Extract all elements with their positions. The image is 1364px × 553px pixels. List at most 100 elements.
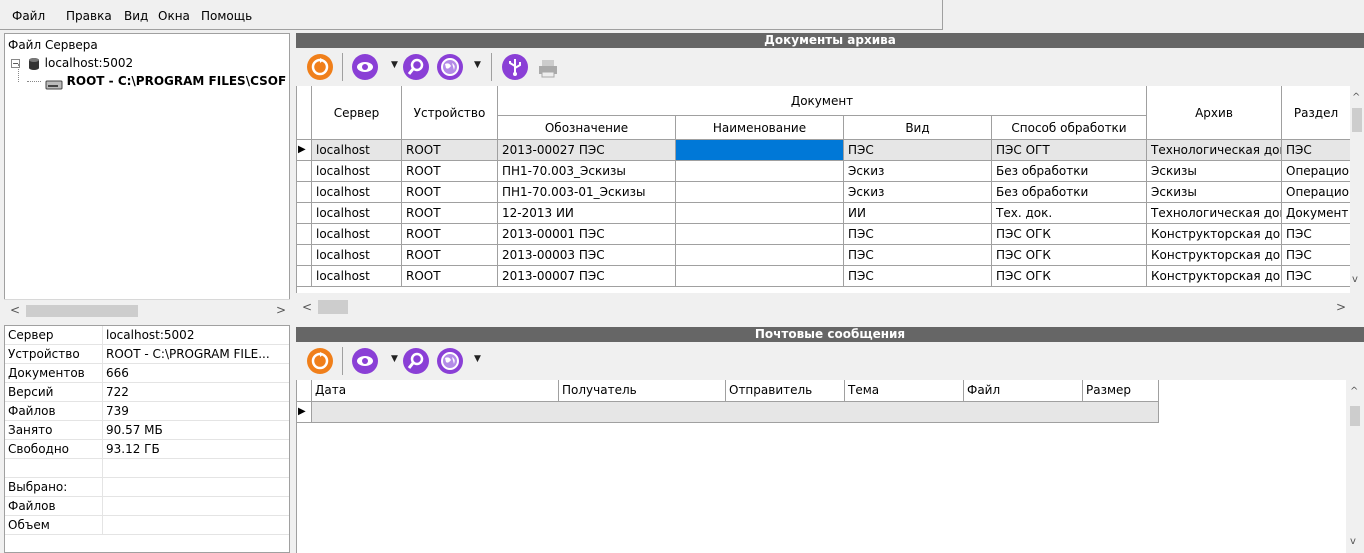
col-header-sender[interactable]: Отправитель	[726, 380, 845, 402]
table-cell[interactable]: ИИ	[844, 203, 992, 224]
col-header-kind[interactable]: Вид	[844, 116, 992, 140]
table-cell[interactable]	[676, 182, 844, 203]
mail-empty-row[interactable]	[312, 402, 1159, 423]
table-cell[interactable]	[676, 161, 844, 182]
table-cell[interactable]: ROOT	[402, 182, 498, 203]
table-cell[interactable]: ПН1-70.003_Эскизы	[498, 161, 676, 182]
table-cell[interactable]: Без обработки	[992, 182, 1147, 203]
search-icon[interactable]	[403, 54, 429, 80]
menu-edit[interactable]: Правка	[66, 9, 112, 23]
table-cell[interactable]: localhost	[312, 203, 402, 224]
table-cell[interactable]	[676, 203, 844, 224]
table-cell[interactable]: ПЭС	[1282, 140, 1351, 161]
col-header-method[interactable]: Способ обработки	[992, 116, 1147, 140]
table-cell[interactable]: localhost	[312, 266, 402, 287]
col-header-size[interactable]: Размер	[1083, 380, 1159, 402]
refresh-icon[interactable]	[307, 348, 333, 374]
scroll-up-icon[interactable]: ^	[1350, 386, 1358, 397]
search-icon[interactable]	[403, 348, 429, 374]
row-indicator[interactable]	[297, 266, 312, 287]
table-cell[interactable]: localhost	[312, 182, 402, 203]
tree-node-device[interactable]: ROOT - C:\PROGRAM FILES\CSOF	[27, 72, 289, 90]
table-cell[interactable]: Эскизы	[1147, 161, 1282, 182]
archive-horizontal-scrollbar[interactable]: < >	[296, 296, 1364, 320]
table-cell[interactable]: ROOT	[402, 140, 498, 161]
col-header-device[interactable]: Устройство	[402, 86, 498, 140]
table-cell[interactable]	[676, 266, 844, 287]
table-cell[interactable]: Эскиз	[844, 182, 992, 203]
scroll-down-icon[interactable]: v	[1352, 274, 1358, 285]
globe-icon[interactable]	[437, 348, 463, 374]
table-cell[interactable]: localhost	[312, 224, 402, 245]
scroll-down-icon[interactable]: v	[1350, 536, 1356, 547]
table-cell[interactable]: ПЭС ОГК	[992, 224, 1147, 245]
tree-horizontal-scrollbar[interactable]: < >	[4, 299, 290, 321]
table-cell[interactable]: ПЭС	[844, 245, 992, 266]
table-cell[interactable]: 12-2013 ИИ	[498, 203, 676, 224]
scroll-right-icon[interactable]: >	[276, 303, 286, 317]
globe-icon[interactable]	[437, 54, 463, 80]
menu-view[interactable]: Вид	[124, 9, 148, 23]
table-cell[interactable]: ПЭС	[1282, 245, 1351, 266]
table-cell[interactable]: ПЭС ОГК	[992, 266, 1147, 287]
table-cell[interactable]: ПЭС	[1282, 266, 1351, 287]
table-cell[interactable]: Тех. док.	[992, 203, 1147, 224]
col-header-file[interactable]: Файл	[964, 380, 1083, 402]
table-cell[interactable]: ROOT	[402, 224, 498, 245]
scroll-left-icon[interactable]: <	[10, 303, 20, 317]
menu-help[interactable]: Помощь	[201, 9, 252, 23]
table-cell[interactable]: ПН1-70.003-01_Эскизы	[498, 182, 676, 203]
row-indicator[interactable]	[297, 161, 312, 182]
refresh-icon[interactable]	[307, 54, 333, 80]
table-cell[interactable]: ROOT	[402, 203, 498, 224]
table-cell[interactable]: Эскиз	[844, 161, 992, 182]
col-header-archive[interactable]: Архив	[1147, 86, 1282, 140]
table-cell[interactable]: 2013-00003 ПЭС	[498, 245, 676, 266]
chevron-down-icon[interactable]: ▼	[474, 55, 481, 75]
table-cell[interactable]: ROOT	[402, 245, 498, 266]
scrollbar-thumb[interactable]	[26, 305, 138, 317]
table-cell[interactable]: ПЭС ОГТ	[992, 140, 1147, 161]
chevron-down-icon[interactable]: ▼	[391, 349, 398, 369]
col-header-date[interactable]: Дата	[312, 380, 559, 402]
table-cell[interactable]: localhost	[312, 245, 402, 266]
scroll-left-icon[interactable]: <	[302, 300, 312, 314]
table-cell[interactable]: ПЭС	[844, 140, 992, 161]
table-cell[interactable]: Операцио	[1282, 161, 1351, 182]
table-cell[interactable]: Технологическая док	[1147, 203, 1282, 224]
row-indicator[interactable]	[297, 224, 312, 245]
scroll-right-icon[interactable]: >	[1336, 300, 1346, 314]
table-cell[interactable]: Эскизы	[1147, 182, 1282, 203]
table-cell[interactable]: ПЭС	[844, 266, 992, 287]
row-indicator-icon[interactable]: ▶	[297, 140, 312, 161]
col-header-subject[interactable]: Тема	[845, 380, 964, 402]
scrollbar-thumb[interactable]	[318, 300, 348, 314]
eye-icon[interactable]	[352, 54, 378, 80]
archive-vertical-scrollbar[interactable]: ^ v	[1350, 86, 1364, 293]
table-cell[interactable]: localhost	[312, 140, 402, 161]
tree-node-server[interactable]: − localhost:5002	[11, 54, 133, 72]
chevron-down-icon[interactable]: ▼	[474, 349, 481, 369]
printer-icon[interactable]	[535, 54, 561, 80]
table-cell[interactable]: ROOT	[402, 161, 498, 182]
table-cell[interactable]: Операцио	[1282, 182, 1351, 203]
table-cell[interactable]: Конструкторская док	[1147, 245, 1282, 266]
col-header-server[interactable]: Сервер	[312, 86, 402, 140]
table-cell[interactable]: 2013-00001 ПЭС	[498, 224, 676, 245]
row-indicator[interactable]	[297, 182, 312, 203]
table-cell[interactable]	[676, 224, 844, 245]
menu-windows[interactable]: Окна	[158, 9, 190, 23]
row-indicator[interactable]	[297, 203, 312, 224]
table-cell[interactable]: ПЭС	[1282, 224, 1351, 245]
table-cell[interactable]: localhost	[312, 161, 402, 182]
table-cell[interactable]	[676, 245, 844, 266]
table-cell[interactable]: ПЭС	[844, 224, 992, 245]
eye-icon[interactable]	[352, 348, 378, 374]
table-cell[interactable]: ROOT	[402, 266, 498, 287]
col-header-recipient[interactable]: Получатель	[559, 380, 726, 402]
usb-icon[interactable]	[502, 54, 528, 80]
col-header-designation[interactable]: Обозначение	[498, 116, 676, 140]
chevron-down-icon[interactable]: ▼	[391, 55, 398, 75]
table-cell[interactable]: 2013-00007 ПЭС	[498, 266, 676, 287]
table-cell[interactable]: ПЭС ОГК	[992, 245, 1147, 266]
